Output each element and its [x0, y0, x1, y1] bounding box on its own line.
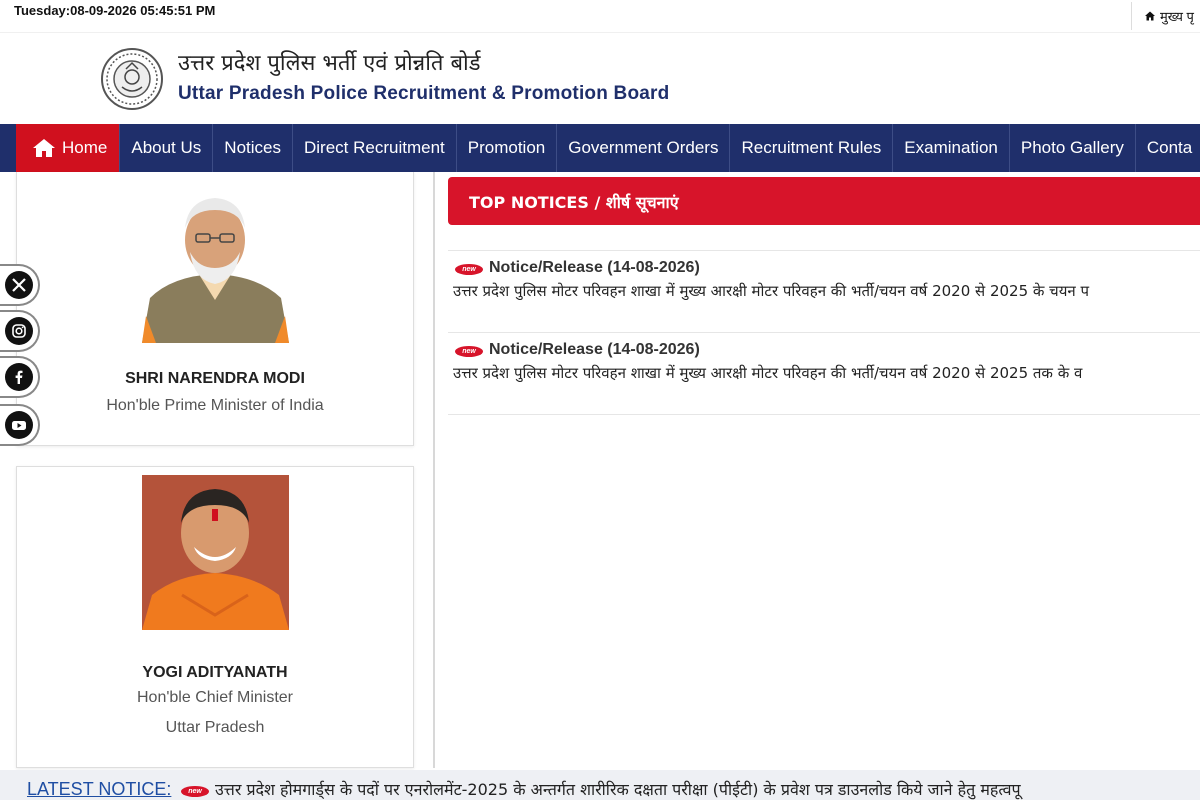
home-page-link[interactable]: मुख्य पृ [1131, 2, 1194, 30]
nav-promotion[interactable]: Promotion [457, 124, 558, 172]
home-icon [1145, 11, 1155, 21]
latest-notice-ticker: LATEST NOTICE: new उत्तर प्रदेश होमगार्ड… [0, 770, 1200, 800]
cm-name: YOGI ADITYANATH [142, 664, 288, 681]
site-title-english: Uttar Pradesh Police Recruitment & Promo… [178, 83, 670, 104]
notice-item[interactable]: new Notice/Release (14-08-2026) उत्तर प्… [448, 250, 1200, 333]
nav-notices[interactable]: Notices [213, 124, 293, 172]
site-header: उत्तर प्रदेश पुलिस भर्ती एवं प्रोन्नति ब… [0, 32, 1200, 124]
notice-text[interactable]: उत्तर प्रदेश पुलिस मोटर परिवहन शाखा में … [453, 281, 1089, 301]
notice-title[interactable]: Notice/Release (14-08-2026) [489, 341, 700, 359]
leader-card-cm: YOGI ADITYANATH Hon'ble Chief Minister U… [16, 466, 414, 768]
pm-portrait [142, 188, 289, 343]
nav-contact[interactable]: Conta [1136, 124, 1200, 172]
police-emblem-logo[interactable] [100, 47, 164, 111]
new-badge-icon: new [455, 264, 483, 275]
notice-item[interactable]: new Notice/Release (14-08-2026) उत्तर प्… [448, 332, 1200, 415]
top-notices-header: TOP NOTICES / शीर्ष सूचनाएं [448, 177, 1200, 225]
x-twitter-link[interactable] [0, 264, 40, 306]
facebook-icon [5, 363, 33, 391]
youtube-link[interactable] [0, 404, 40, 446]
home-page-link-label: मुख्य पृ [1160, 9, 1194, 24]
cm-role: Hon'ble Chief Minister [136, 689, 293, 706]
instagram-icon [5, 317, 33, 345]
nav-about-us[interactable]: About Us [120, 124, 214, 172]
site-title-hindi: उत्तर प्रदेश पुलिस भर्ती एवं प्रोन्नति ब… [178, 51, 481, 76]
facebook-link[interactable] [0, 356, 40, 398]
column-divider [433, 172, 435, 768]
top-bar: Tuesday:08-09-2026 05:45:51 PM मुख्य पृ [0, 0, 1200, 32]
cm-state: Uttar Pradesh [165, 719, 265, 736]
pm-name: SHRI NARENDRA MODI [125, 370, 305, 387]
latest-notice-text[interactable]: उत्तर प्रदेश होमगार्ड्स के पदों पर एनरोल… [215, 778, 1021, 800]
new-badge-icon: new [455, 346, 483, 357]
top-notices-heading: TOP NOTICES / शीर्ष सूचनाएं [469, 193, 679, 212]
nav-home-label: Home [62, 138, 108, 157]
nav-examination[interactable]: Examination [893, 124, 1010, 172]
nav-recruitment-rules[interactable]: Recruitment Rules [730, 124, 894, 172]
home-icon [33, 139, 55, 157]
youtube-icon [5, 411, 33, 439]
nav-photo-gallery[interactable]: Photo Gallery [1010, 124, 1136, 172]
cm-portrait [142, 475, 289, 630]
current-datetime: Tuesday:08-09-2026 05:45:51 PM [14, 3, 216, 18]
nav-government-orders[interactable]: Government Orders [557, 124, 731, 172]
new-badge-icon: new [181, 786, 209, 797]
instagram-link[interactable] [0, 310, 40, 352]
nav-direct-recruitment[interactable]: Direct Recruitment [293, 124, 457, 172]
nav-home[interactable]: Home [16, 124, 121, 172]
latest-notice-label[interactable]: LATEST NOTICE: [27, 779, 171, 800]
notice-title[interactable]: Notice/Release (14-08-2026) [489, 259, 700, 277]
pm-role: Hon'ble Prime Minister of India [106, 397, 324, 414]
leader-card-pm: SHRI NARENDRA MODI Hon'ble Prime Ministe… [16, 172, 414, 446]
main-navigation: Home About Us Notices Direct Recruitment… [0, 124, 1200, 172]
notice-text[interactable]: उत्तर प्रदेश पुलिस मोटर परिवहन शाखा में … [453, 363, 1082, 383]
x-icon [5, 271, 33, 299]
